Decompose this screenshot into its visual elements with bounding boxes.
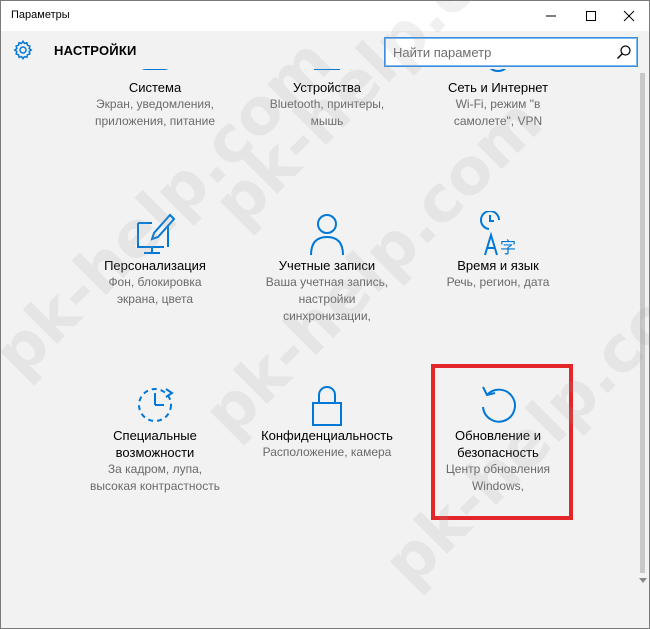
highlight-frame — [431, 364, 573, 520]
tile-description: Экран, уведомления, приложения, питание — [95, 97, 215, 128]
tile-description: Фон, блокировка экрана, цвета — [108, 275, 202, 306]
tile-name: Специальные возможности — [113, 428, 197, 460]
close-icon — [623, 10, 635, 22]
tile-network[interactable]: Сеть и Интернет Wi-Fi, режим "в самолете"… — [408, 69, 588, 130]
tile-ease-of-access[interactable]: Специальные возможности За кадром, лупа, в… — [65, 383, 245, 495]
tile-personalization[interactable]: Персонализация Фон, блокировка экрана, цв… — [65, 211, 245, 308]
network-icon — [489, 69, 507, 72]
time-language-icon: 字 — [480, 211, 516, 257]
gear-icon[interactable] — [12, 39, 34, 61]
maximize-icon — [586, 11, 596, 21]
tile-description: Речь, регион, дата — [446, 275, 550, 289]
ease-of-access-icon — [138, 388, 174, 422]
minimize-button[interactable] — [529, 1, 573, 31]
tile-name: Персонализация — [104, 258, 206, 273]
tile-name: Конфиденциальность — [261, 428, 393, 443]
settings-window: Параметры НАСТРОЙКИ Найти параметр Систе… — [0, 0, 650, 629]
scrollbar-thumb[interactable] — [640, 73, 645, 573]
tile-name: Учетные записи — [278, 258, 376, 273]
search-icon[interactable] — [616, 44, 632, 60]
search-input[interactable] — [393, 43, 613, 61]
lock-icon — [312, 386, 342, 426]
tile-description: Ваша учетная запись, настройки синхронизац… — [265, 275, 389, 323]
page-title: НАСТРОЙКИ — [54, 43, 137, 58]
settings-grid: Система Экран, уведомления, приложения, п… — [1, 69, 637, 628]
title-bar[interactable]: Параметры — [1, 1, 649, 31]
tile-privacy[interactable]: Конфиденциальность Расположение, камера — [237, 383, 417, 461]
search-box[interactable] — [384, 37, 638, 67]
system-icon — [141, 69, 169, 70]
svg-text:字: 字 — [500, 238, 516, 257]
tile-description: Расположение, камера — [262, 445, 392, 459]
minimize-icon — [546, 15, 556, 17]
vertical-scrollbar[interactable] — [637, 69, 649, 628]
tile-name: Устройства — [292, 80, 361, 95]
tile-description: Bluetooth, принтеры, мышь — [269, 97, 385, 128]
tile-name: Сеть и Интернет — [447, 80, 549, 95]
scroll-down-arrow-icon[interactable] — [639, 578, 647, 583]
devices-icon — [314, 69, 340, 70]
tile-accounts[interactable]: Учетные записи Ваша учетная запись, настр… — [237, 211, 417, 325]
tile-name: Система — [128, 80, 182, 95]
tile-devices[interactable]: Устройства Bluetooth, принтеры, мышь — [237, 69, 417, 130]
close-button[interactable] — [607, 1, 649, 31]
tile-description: За кадром, лупа, высокая контрастность — [90, 462, 220, 493]
tile-time-language[interactable]: 字 Время и язык Речь, регион, дата — [408, 211, 588, 291]
window-title: Параметры — [11, 9, 70, 21]
personalization-icon — [137, 213, 176, 254]
tile-name: Время и язык — [457, 258, 539, 273]
tile-description: Wi-Fi, режим "в самолете", VPN — [453, 97, 543, 128]
tile-system[interactable]: Система Экран, уведомления, приложения, п… — [65, 69, 245, 130]
settings-header: НАСТРОЙКИ — [1, 31, 649, 69]
accounts-icon — [310, 214, 344, 256]
